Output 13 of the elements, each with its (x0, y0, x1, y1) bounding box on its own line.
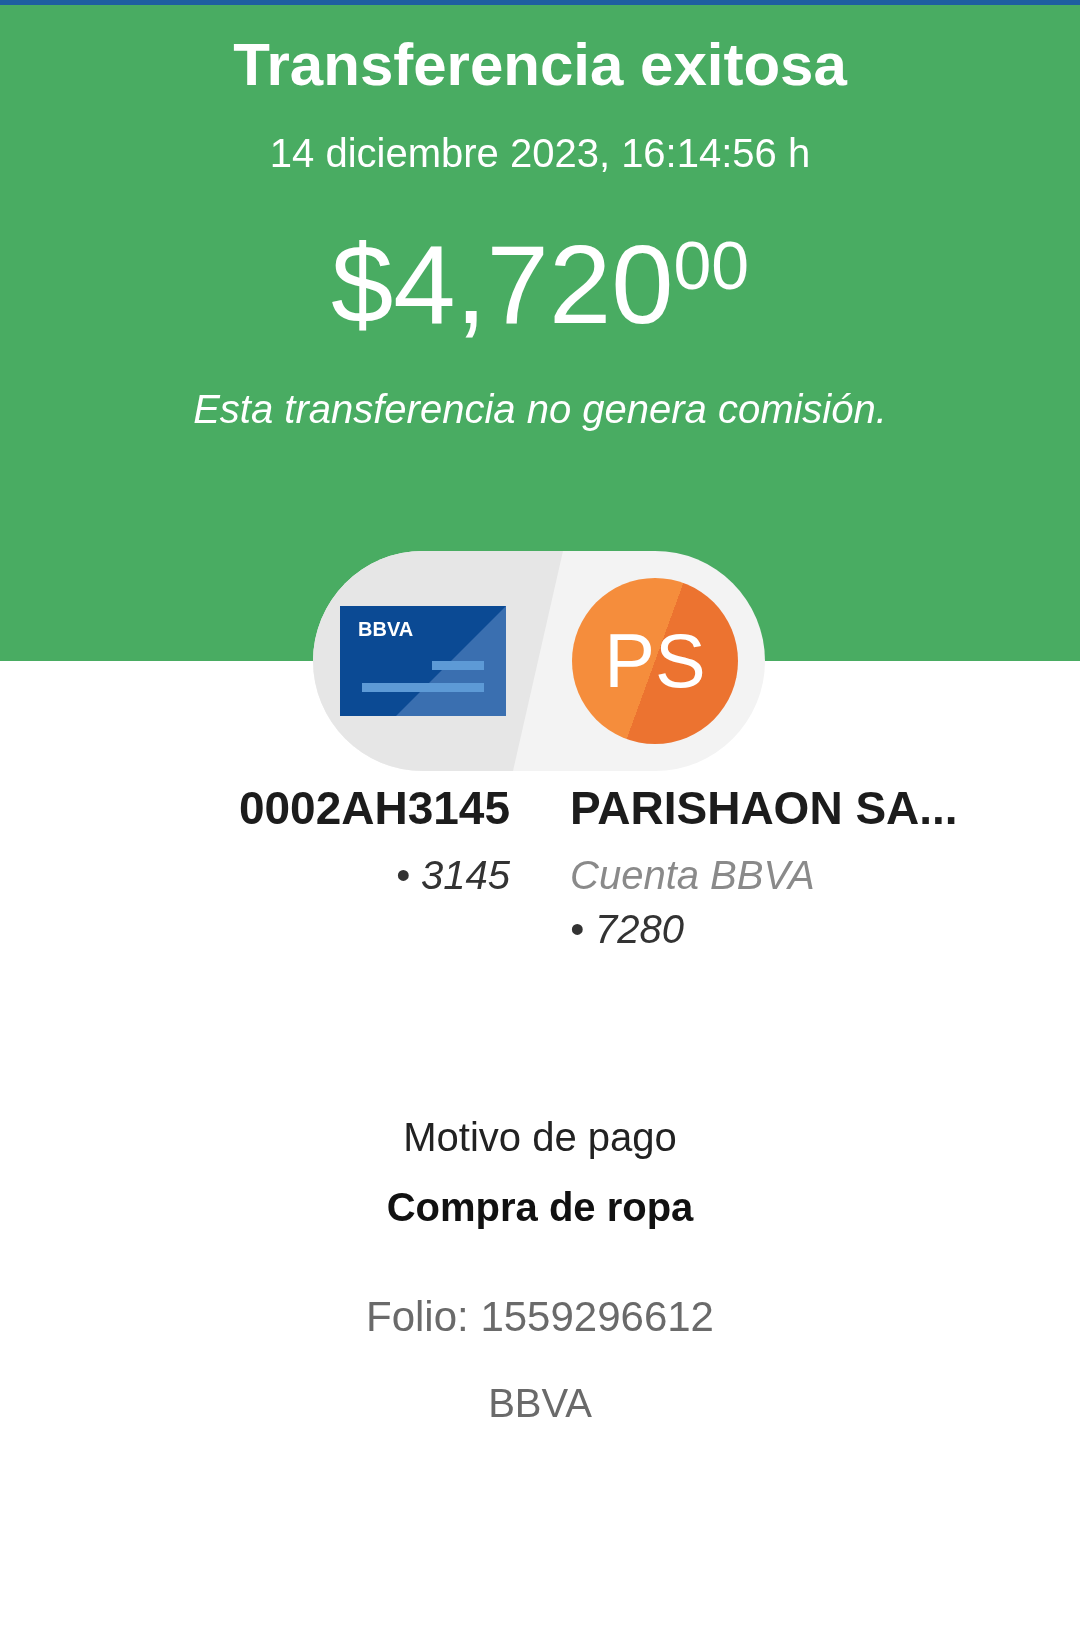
commission-note: Esta transferencia no genera comisión. (193, 386, 887, 433)
origin-account-number: • 3145 (395, 852, 510, 899)
recipient-account-number: • 7280 (570, 906, 685, 953)
bank-card-icon: BBVA (340, 606, 506, 716)
payment-reason: Compra de ropa (386, 1184, 694, 1231)
payment-reason-label: Motivo de pago (403, 1114, 677, 1161)
recipient-name: PARISHAON SA... (570, 781, 958, 835)
recipient-bank: Cuenta BBVA (570, 852, 815, 899)
transfer-date: 14 diciembre 2023, 16:14:56 h (269, 130, 811, 177)
screen-title: Transferencia exitosa (233, 33, 847, 97)
folio-number: Folio: 1559296612 (366, 1293, 714, 1341)
origin-account-name: 0002AH3145 (238, 781, 510, 835)
bank-name: BBVA (488, 1380, 592, 1427)
